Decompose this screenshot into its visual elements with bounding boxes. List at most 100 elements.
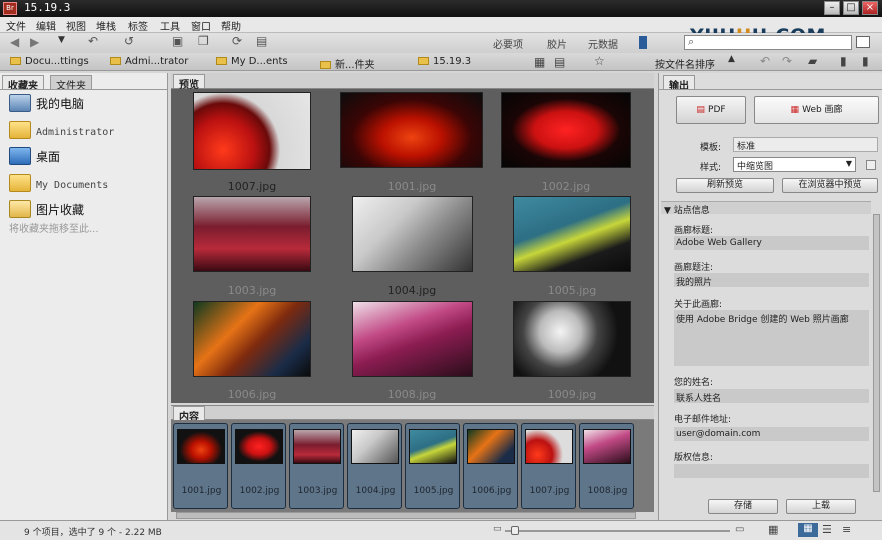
breadcrumb-item-5[interactable]: 15.19.3 xyxy=(418,56,471,67)
thumbnail-1005[interactable] xyxy=(513,196,631,272)
style-options-icon[interactable] xyxy=(866,160,876,170)
gallery-title-field[interactable]: Adobe Web Gallery xyxy=(674,236,869,250)
minimize-button[interactable]: – xyxy=(824,1,840,15)
grid-lock-icon[interactable]: ▦ xyxy=(768,523,778,536)
favorite-my-documents[interactable]: My Documents xyxy=(9,174,108,192)
view-details-icon[interactable]: ☰ xyxy=(822,523,832,536)
workspace-filmstrip[interactable]: 胶片 xyxy=(547,36,567,51)
trash-icon[interactable]: ▮ xyxy=(840,54,847,68)
your-name-field[interactable]: 联系人姓名 xyxy=(674,389,869,404)
template-select[interactable]: 标准 xyxy=(733,137,878,152)
filmstrip-item[interactable]: 1004.jpg xyxy=(347,423,402,509)
tab-output[interactable]: 输出 xyxy=(663,75,695,92)
email-field[interactable]: user@domain.com xyxy=(674,427,869,441)
open-recent-icon[interactable]: ▤ xyxy=(256,34,267,48)
slider-thumb[interactable] xyxy=(511,526,519,535)
thumbnail-1003[interactable] xyxy=(193,196,311,272)
zoom-in-icon[interactable]: ▭ xyxy=(735,524,744,535)
compact-mode-icon[interactable] xyxy=(856,36,870,48)
breadcrumb-item-1[interactable]: Docu...ttings xyxy=(10,56,89,67)
copyright-field[interactable] xyxy=(674,464,869,478)
filmstrip-item[interactable]: 1001.jpg xyxy=(173,423,228,509)
thumbnail-1002[interactable] xyxy=(501,92,631,168)
menu-help[interactable]: 帮助 xyxy=(221,18,241,33)
thumbnail-1009[interactable] xyxy=(513,301,631,377)
menu-window[interactable]: 窗口 xyxy=(191,18,211,33)
view-list-icon[interactable]: ≡ xyxy=(842,523,851,536)
view-options-icon[interactable]: ▤ xyxy=(554,55,565,69)
camera-icon[interactable]: ▣ xyxy=(172,34,183,48)
favorite-my-pictures[interactable]: 图片收藏 xyxy=(9,200,84,218)
workspace-menu-icon[interactable] xyxy=(639,36,647,49)
section-collapse-icon: ▼ xyxy=(664,206,674,216)
thumbnail-1006[interactable] xyxy=(193,301,311,377)
go-parent-icon[interactable]: ↶ xyxy=(88,34,98,48)
thumbnail-size-slider[interactable] xyxy=(505,530,730,532)
rotate-icon[interactable]: ↺ xyxy=(124,34,134,48)
filmstrip-item[interactable]: 1006.jpg xyxy=(463,423,518,509)
view-grid-icon[interactable]: ▦ xyxy=(534,55,545,69)
favorite-desktop[interactable]: 桌面 xyxy=(9,147,60,165)
style-select[interactable]: 中缩览图 ▼ xyxy=(733,157,856,172)
tab-folders[interactable]: 文件夹 xyxy=(50,75,92,92)
breadcrumb-label: 新...件夹 xyxy=(335,60,375,71)
tab-favorites[interactable]: 收藏夹 xyxy=(2,75,44,92)
about-gallery-field[interactable]: 使用 Adobe Bridge 创建的 Web 照片画廊 xyxy=(674,310,869,366)
thumbnail-1007[interactable] xyxy=(193,92,311,170)
filmstrip-item[interactable]: 1008.jpg xyxy=(579,423,634,509)
redo-icon[interactable]: ↷ xyxy=(782,54,792,68)
filmstrip-caption: 1006.jpg xyxy=(471,486,512,496)
filmstrip-item[interactable]: 1002.jpg xyxy=(231,423,286,509)
web-gallery-button[interactable]: ▦ Web 画廊 xyxy=(754,96,879,124)
menu-view[interactable]: 视图 xyxy=(66,18,86,33)
gallery-title-label: 画廊标题: xyxy=(674,226,714,236)
menu-label[interactable]: 标签 xyxy=(128,18,148,33)
menu-edit[interactable]: 编辑 xyxy=(36,18,56,33)
menu-file[interactable]: 文件 xyxy=(6,18,26,33)
favorite-my-computer[interactable]: 我的电脑 xyxy=(9,94,84,112)
thumbnail-1001[interactable] xyxy=(340,92,483,168)
back-icon[interactable]: ◀ xyxy=(10,35,19,49)
delete-icon[interactable]: ▮ xyxy=(862,54,869,68)
close-button[interactable]: × xyxy=(862,1,878,15)
filmstrip-item[interactable]: 1007.jpg xyxy=(521,423,576,509)
pdf-output-button[interactable]: ▤ PDF xyxy=(676,96,746,124)
output-scrollbar[interactable] xyxy=(873,214,880,492)
zoom-out-icon[interactable]: ▭ xyxy=(493,524,502,534)
thumbnail-1008[interactable] xyxy=(352,301,473,377)
browser-preview-button[interactable]: 在浏览器中预览 xyxy=(782,178,878,193)
filmstrip-thumbnail xyxy=(293,429,341,464)
view-thumbnails-icon[interactable]: ▦ xyxy=(798,523,818,537)
filmstrip-item[interactable]: 1005.jpg xyxy=(405,423,460,509)
gallery-caption-field[interactable]: 我的照片 xyxy=(674,273,869,288)
star-filter-icon[interactable]: ☆ xyxy=(594,54,605,68)
history-dropdown-icon[interactable]: ▼ xyxy=(58,35,65,45)
undo-icon[interactable]: ↶ xyxy=(760,54,770,68)
workspace-metadata[interactable]: 元数据 xyxy=(588,36,618,51)
refine-icon[interactable]: ❐ xyxy=(198,34,209,48)
maximize-button[interactable]: □ xyxy=(843,1,859,15)
site-info-section-header[interactable]: ▼ 站点信息 xyxy=(661,201,871,216)
refresh-preview-button[interactable]: 刷新预览 xyxy=(676,178,774,193)
reveal-icon[interactable]: ⟳ xyxy=(232,34,242,48)
favorite-label: My Documents xyxy=(36,180,109,191)
favorite-administrator[interactable]: Administrator xyxy=(9,121,114,139)
search-input[interactable] xyxy=(684,35,852,50)
breadcrumb-item-4[interactable]: 新...件夹 xyxy=(320,56,375,71)
menu-tools[interactable]: 工具 xyxy=(160,18,180,33)
thumbnail-1004[interactable] xyxy=(352,196,473,272)
tab-preview[interactable]: 预览 xyxy=(173,74,205,91)
breadcrumb-item-3[interactable]: My D...ents xyxy=(216,56,288,67)
new-folder-icon[interactable]: ▰ xyxy=(808,54,817,68)
upload-button[interactable]: 上载 xyxy=(786,499,856,514)
forward-icon[interactable]: ▶ xyxy=(30,35,39,49)
content-scrollbar[interactable] xyxy=(176,512,636,519)
tab-content[interactable]: 内容 xyxy=(173,406,205,423)
workspace-essentials[interactable]: 必要项 xyxy=(493,36,523,51)
breadcrumb-item-2[interactable]: Admi...trator xyxy=(110,56,188,67)
menu-stack[interactable]: 堆栈 xyxy=(96,18,116,33)
save-button[interactable]: 存储 xyxy=(708,499,778,514)
sort-direction-icon[interactable]: ▲ xyxy=(728,54,735,64)
filmstrip-item[interactable]: 1003.jpg xyxy=(289,423,344,509)
sort-dropdown[interactable]: 按文件名排序 xyxy=(655,56,715,71)
